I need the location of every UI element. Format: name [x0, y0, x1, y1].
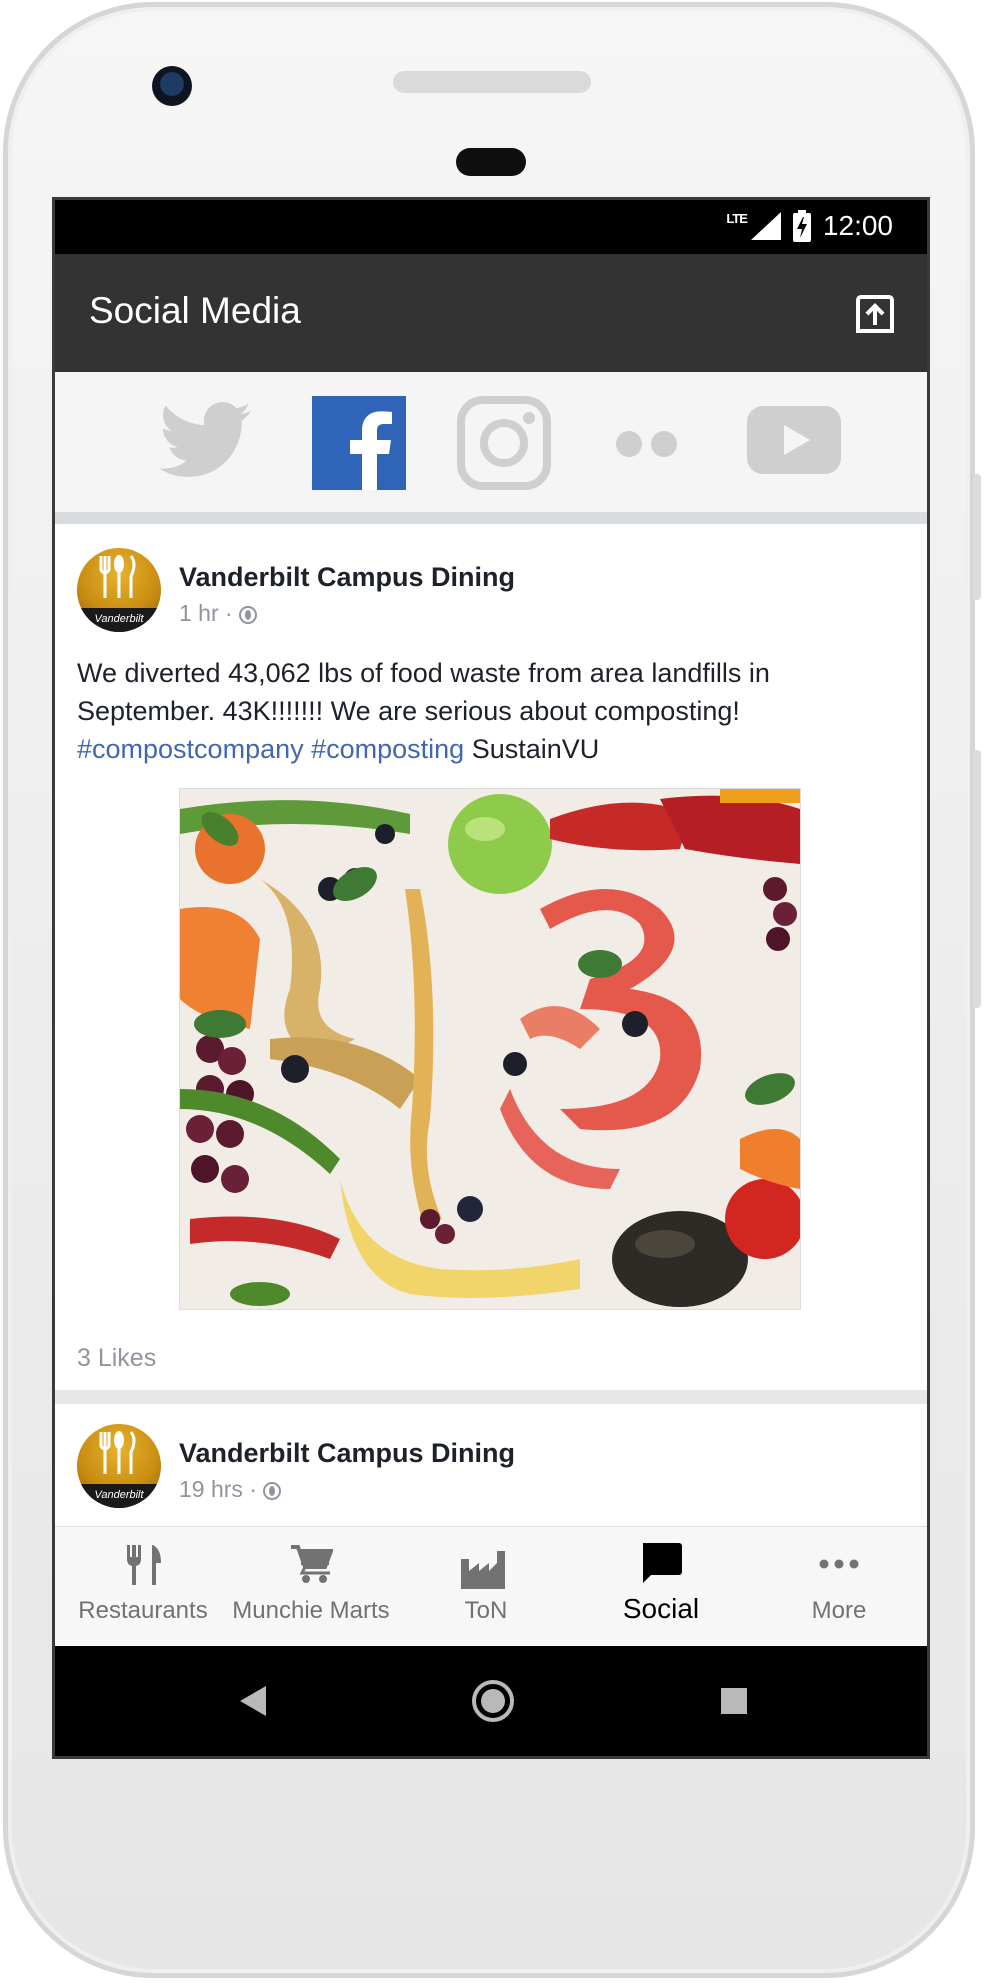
post-tag-tail: SustainVU [471, 734, 600, 764]
recents-icon[interactable] [721, 1688, 747, 1714]
page-title: Social Media [89, 290, 301, 331]
post-time: 1 hr · [179, 600, 233, 626]
power-button [973, 474, 981, 600]
post-author[interactable]: Vanderbilt Campus Dining [179, 1438, 515, 1469]
network-label: LTE [726, 210, 748, 226]
volume-button [973, 750, 981, 1008]
youtube-icon [747, 406, 841, 474]
bottom-navigation: Restaurants Munchie Marts ToN Social Mor… [55, 1526, 927, 1647]
nav-munchie-marts[interactable]: Munchie Marts [221, 1527, 401, 1647]
cart-icon [291, 1545, 333, 1583]
facebook-icon [312, 396, 406, 490]
avatar[interactable]: Vanderbilt [77, 548, 161, 632]
nav-label: Social [622, 1593, 700, 1624]
likes-count[interactable]: 3 Likes [77, 1344, 156, 1373]
signal-icon [750, 212, 781, 240]
chat-bubble-icon [643, 1543, 682, 1583]
avatar-caption: Vanderbilt [77, 1484, 161, 1508]
status-bar: LTE 12:00 [55, 200, 927, 254]
post-image[interactable] [179, 788, 801, 1310]
tab-instagram[interactable] [457, 396, 551, 490]
post-card: Vanderbilt Vanderbilt Campus Dining 19 h… [55, 1404, 927, 1526]
nav-more[interactable]: More [761, 1527, 917, 1647]
tab-youtube[interactable] [747, 406, 841, 474]
twitter-icon [159, 402, 251, 477]
nav-restaurants[interactable]: Restaurants [65, 1527, 221, 1647]
nav-social[interactable]: Social [581, 1527, 741, 1647]
nav-label: Munchie Marts [232, 1597, 390, 1624]
fork-knife-icon [127, 1545, 161, 1585]
post-time: 19 hrs · [179, 1476, 257, 1502]
phone-screen: LTE 12:00 Social Media Vanderbilt Vander… [52, 197, 930, 1759]
share-upload-icon[interactable] [855, 294, 895, 334]
post-card: Vanderbilt Vanderbilt Campus Dining 1 hr… [55, 524, 927, 1390]
avatar[interactable]: Vanderbilt [77, 1424, 161, 1508]
nav-label: More [811, 1597, 867, 1624]
clock: 12:00 [822, 210, 893, 241]
front-camera [152, 66, 192, 106]
social-feed[interactable]: Vanderbilt Vanderbilt Campus Dining 1 hr… [55, 524, 927, 1526]
post-hashtags[interactable]: #compostcompany #composting [77, 734, 464, 764]
post-text: We diverted 43,062 lbs of food waste fro… [77, 654, 897, 768]
nav-label: ToN [464, 1597, 508, 1624]
app-bar: Social Media [55, 254, 927, 372]
flickr-icon [616, 431, 677, 457]
factory-icon [461, 1551, 505, 1589]
globe-icon [238, 606, 257, 624]
proximity-sensor [456, 148, 526, 176]
phone-frame: LTE 12:00 Social Media Vanderbilt Vander… [3, 2, 981, 1978]
avatar-caption: Vanderbilt [77, 608, 161, 632]
earpiece-speaker [393, 71, 591, 93]
home-icon[interactable] [471, 1679, 515, 1723]
system-navigation-bar [55, 1646, 927, 1756]
nav-label: Restaurants [78, 1597, 208, 1624]
cutlery-logo-icon [99, 555, 136, 598]
tab-twitter[interactable] [159, 402, 251, 478]
cutlery-logo-icon [99, 1431, 136, 1474]
globe-icon [262, 1482, 281, 1500]
battery-icon [792, 210, 811, 242]
post-author[interactable]: Vanderbilt Campus Dining [179, 562, 515, 593]
post-meta: 19 hrs · [179, 1476, 281, 1503]
post-body: We diverted 43,062 lbs of food waste fro… [77, 658, 770, 726]
post-meta: 1 hr · [179, 600, 257, 627]
more-dots-icon [819, 1559, 859, 1569]
back-icon[interactable] [240, 1686, 266, 1716]
compost-food-photo [180, 789, 800, 1309]
nav-ton[interactable]: ToN [421, 1527, 551, 1647]
tab-flickr[interactable] [615, 429, 679, 459]
social-network-tabs [55, 372, 927, 524]
tab-facebook[interactable] [312, 396, 406, 490]
instagram-icon [457, 396, 551, 490]
